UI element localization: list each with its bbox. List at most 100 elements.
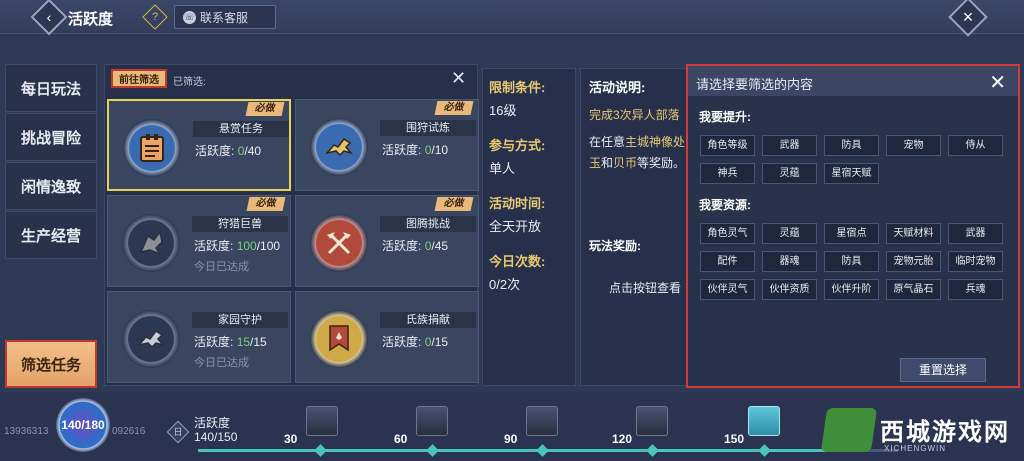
clear-filter-icon[interactable]: ✕: [451, 68, 466, 89]
resource-options: 角色灵气 灵蕴 星宿点 天赋材料 武器配件 器魂 防具 宠物元胎 临时宠物伙伴灵气 伙伴资质 伙伴升…: [700, 223, 1020, 300]
filter-chip[interactable]: 伙伴资质: [762, 279, 817, 300]
filter-chip[interactable]: 星宿点: [824, 223, 879, 244]
filter-chip[interactable]: 宠物: [886, 135, 941, 156]
join-label: 参与方式:: [489, 138, 546, 153]
required-badge: 必做: [434, 101, 474, 115]
condition-value: 16级: [489, 103, 517, 118]
task-activity: 活跃度: 0/15: [382, 335, 449, 349]
dragon-icon: [122, 214, 180, 272]
task-card-giant-hunt[interactable]: 必做 狩猎巨兽 活跃度: 100/100 今日已达成: [107, 195, 291, 287]
progress-fill: [198, 449, 849, 452]
filter-chip[interactable]: 天赋材料: [886, 223, 941, 244]
chest-icon: [526, 406, 558, 436]
view-reward-link[interactable]: 点击按钮查看: [609, 279, 681, 296]
contact-service-button[interactable]: ☏ 联系客服: [174, 5, 276, 29]
task-card-home-guard[interactable]: 家园守护 活跃度: 15/15 今日已达成: [107, 291, 291, 383]
sidebar-item-production[interactable]: 生产经营: [5, 211, 97, 259]
banner-icon: [310, 310, 368, 368]
task-name: 家园守护: [192, 312, 288, 328]
task-card-totem-challenge[interactable]: 必做 图腾挑战 活跃度: 0/45: [295, 195, 479, 287]
task-activity: 活跃度: 100/100: [194, 239, 281, 253]
sidebar-item-label: 生产经营: [20, 227, 81, 245]
milestone-chest[interactable]: [628, 400, 668, 440]
task-name: 氏族捐献: [380, 312, 476, 328]
popup-header: 请选择要筛选的内容 ✕: [688, 66, 1018, 96]
help-button[interactable]: ?: [142, 4, 168, 30]
filter-chip[interactable]: 星宿天赋: [824, 163, 879, 184]
milestone-chest[interactable]: [298, 400, 338, 440]
bounty-board-icon: [123, 119, 181, 177]
selected-filter-label: 已筛选:: [173, 77, 206, 88]
task-activity: 活跃度: 0/40: [195, 144, 262, 158]
orb-value: 140/180: [61, 418, 105, 432]
milestone-label: 90: [504, 432, 518, 446]
milestone-chest[interactable]: [408, 400, 448, 440]
chest-icon: [636, 406, 668, 436]
filter-chip[interactable]: 临时宠物: [948, 251, 1003, 272]
filter-chip[interactable]: 防具: [824, 135, 879, 156]
sidebar-item-leisure[interactable]: 闲情逸致: [5, 162, 97, 210]
task-activity: 活跃度: 15/15: [194, 335, 267, 349]
sidebar-item-label: 每日玩法: [20, 80, 81, 98]
filter-chip[interactable]: 伙伴灵气: [700, 279, 755, 300]
sidebar-item-daily[interactable]: 每日玩法: [5, 64, 97, 112]
close-button[interactable]: ×: [948, 0, 988, 37]
filter-chip[interactable]: 兵魂: [948, 279, 1003, 300]
player-id-right: 092616: [112, 426, 146, 437]
go-filter-button[interactable]: 前往筛选: [111, 69, 167, 88]
task-card-bounty[interactable]: 必做 悬赏任务 活跃度: 0/40: [107, 99, 291, 191]
task-name: 悬赏任务: [193, 121, 289, 137]
player-id-left: 13936313: [4, 426, 49, 437]
watermark-text: 西城游戏网: [880, 419, 1010, 446]
milestone-label: 150: [724, 432, 745, 446]
filter-chip[interactable]: 伙伴升阶: [824, 279, 879, 300]
reset-selection-button[interactable]: 重置选择: [900, 358, 986, 382]
filter-chip[interactable]: 防具: [824, 251, 879, 272]
filter-chip[interactable]: 武器: [762, 135, 817, 156]
sidebar-item-filter-tasks[interactable]: 筛选任务: [5, 340, 97, 388]
beast-icon: [122, 310, 180, 368]
filter-popup: 请选择要筛选的内容 ✕ 我要提升: 角色等级 武器 防具 宠物 侍从 神兵 灵蕴 星宿天赋 我…: [686, 64, 1020, 388]
task-done-label: 今日已达成: [194, 357, 249, 369]
filter-chip[interactable]: 器魂: [762, 251, 817, 272]
filter-chip[interactable]: 角色灵气: [700, 223, 755, 244]
improve-options: 角色等级 武器 防具 宠物 侍从神兵 灵蕴 星宿天赋: [700, 135, 1020, 184]
chest-icon: [306, 406, 338, 436]
required-badge: 必做: [246, 197, 286, 211]
activity-orb[interactable]: 140/180: [56, 398, 110, 452]
task-activity: 活跃度: 0/45: [382, 239, 449, 253]
question-icon: ?: [151, 11, 159, 23]
filter-chip[interactable]: 神兵: [700, 163, 755, 184]
milestone-chest[interactable]: [740, 400, 780, 440]
time-label: 活动时间:: [489, 196, 546, 211]
task-card-hunt-trial[interactable]: 必做 围狩试炼 活跃度: 0/10: [295, 99, 479, 191]
sidebar-item-challenge[interactable]: 挑战冒险: [5, 113, 97, 161]
milestone-label: 120: [612, 432, 633, 446]
filter-chip[interactable]: 角色等级: [700, 135, 755, 156]
headset-icon: ☏: [183, 10, 196, 24]
filter-chip[interactable]: 侍从: [948, 135, 1003, 156]
beast-icon: [310, 118, 368, 176]
task-name: 狩猎巨兽: [192, 216, 288, 232]
close-icon[interactable]: ✕: [989, 70, 1006, 95]
filter-chip[interactable]: 灵蕴: [762, 223, 817, 244]
filter-chip[interactable]: 灵蕴: [762, 163, 817, 184]
top-bar: ‹ 活跃度 ? ☏ 联系客服 ×: [0, 0, 1024, 37]
count-value: 0/2次: [489, 277, 521, 292]
required-badge: 必做: [245, 102, 285, 116]
task-name: 围狩试炼: [380, 120, 476, 136]
milestone-chest[interactable]: [518, 400, 558, 440]
description-title: 活动说明:: [589, 80, 646, 95]
contact-service-label: 联系客服: [200, 10, 249, 25]
back-button[interactable]: ‹: [30, 0, 68, 36]
sidebar-item-label: 闲情逸致: [20, 178, 81, 196]
site-watermark: 西城游戏网 XICHENGWIN: [820, 404, 1020, 460]
sidebar-item-label: 筛选任务: [20, 356, 81, 374]
improve-section-title: 我要提升:: [699, 110, 751, 124]
required-badge: 必做: [434, 197, 474, 211]
filter-chip[interactable]: 配件: [700, 251, 755, 272]
filter-chip[interactable]: 武器: [948, 223, 1003, 244]
filter-chip[interactable]: 宠物元胎: [886, 251, 941, 272]
filter-chip[interactable]: 原气晶石: [886, 279, 941, 300]
task-card-clan-donation[interactable]: 氏族捐献 活跃度: 0/15: [295, 291, 479, 383]
